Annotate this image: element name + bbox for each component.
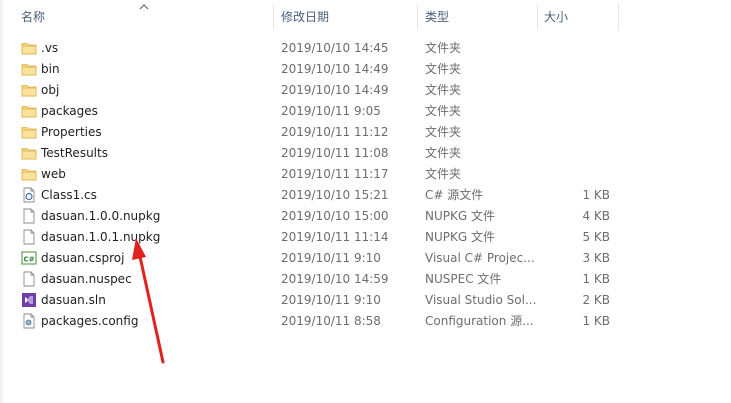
column-header-size[interactable]: 大小 (544, 0, 614, 34)
file-row[interactable]: .vs 2019/10/10 14:45 文件夹 (0, 38, 731, 59)
folder-icon (21, 124, 37, 140)
file-modified-date: 2019/10/11 9:05 (281, 104, 381, 118)
file-modified-date: 2019/10/10 14:45 (281, 41, 389, 55)
file-name: dasuan.sln (41, 293, 106, 307)
file-row[interactable]: Properties 2019/10/11 11:12 文件夹 (0, 122, 731, 143)
column-divider[interactable] (618, 4, 619, 30)
file-type: Configuration 源... (425, 314, 534, 328)
file-type: 文件夹 (425, 83, 462, 97)
generic-file-icon (21, 208, 37, 224)
file-modified-date: 2019/10/10 15:00 (281, 209, 389, 223)
file-type: 文件夹 (425, 41, 462, 55)
file-name: bin (41, 62, 60, 76)
column-divider[interactable] (417, 4, 418, 30)
file-row[interactable]: dasuan.1.0.1.nupkg 2019/10/11 11:14 NUPKG … (0, 227, 731, 248)
file-size (540, 38, 610, 59)
file-type: NUSPEC 文件 (425, 272, 502, 286)
file-type: C# 源文件 (425, 188, 484, 202)
file-type: Visual C# Projec... (425, 251, 535, 265)
file-name: obj (41, 83, 60, 97)
column-header-name[interactable]: 名称 (21, 0, 271, 34)
csharp-file-icon (21, 187, 37, 203)
file-name: web (41, 167, 66, 181)
file-size (540, 122, 610, 143)
file-row[interactable]: obj 2019/10/10 14:49 文件夹 (0, 80, 731, 101)
file-size: 1 KB (582, 272, 610, 286)
file-type: 文件夹 (425, 125, 462, 139)
file-modified-date: 2019/10/10 15:21 (281, 188, 389, 202)
generic-file-icon (21, 271, 37, 287)
folder-icon (21, 61, 37, 77)
file-modified-date: 2019/10/11 11:08 (281, 146, 389, 160)
folder-icon (21, 166, 37, 182)
file-name: packages (41, 104, 98, 118)
file-type: 文件夹 (425, 62, 462, 76)
file-size (540, 164, 610, 185)
file-row[interactable]: dasuan.sln 2019/10/11 9:10 Visual Studio S… (0, 290, 731, 311)
column-header-type[interactable]: 类型 (425, 0, 533, 34)
column-divider[interactable] (273, 4, 274, 30)
folder-icon (21, 145, 37, 161)
file-modified-date: 2019/10/10 14:49 (281, 83, 389, 97)
file-name: TestResults (41, 146, 108, 160)
file-size: 2 KB (582, 293, 610, 307)
file-name: dasuan.csproj (41, 251, 125, 265)
config-file-icon (21, 313, 37, 329)
file-type: 文件夹 (425, 167, 462, 181)
file-name: Class1.cs (41, 188, 97, 202)
file-name: dasuan.1.0.0.nupkg (41, 209, 161, 223)
file-row[interactable]: Class1.cs 2019/10/10 15:21 C# 源文件 1 KB (0, 185, 731, 206)
file-type: Visual Studio Sol... (425, 293, 537, 307)
folder-icon (21, 82, 37, 98)
file-modified-date: 2019/10/10 14:59 (281, 272, 389, 286)
file-name: Properties (41, 125, 102, 139)
file-size: 1 KB (582, 314, 610, 328)
column-header-bar: 名称 修改日期 类型 大小 (0, 0, 731, 34)
file-size (540, 59, 610, 80)
file-type: NUPKG 文件 (425, 230, 495, 244)
file-row[interactable]: dasuan.nuspec 2019/10/10 14:59 NUSPEC 文件 1 … (0, 269, 731, 290)
file-row[interactable]: dasuan.1.0.0.nupkg 2019/10/10 15:00 NUPKG … (0, 206, 731, 227)
folder-icon (21, 40, 37, 56)
file-row[interactable]: packages 2019/10/11 9:05 文件夹 (0, 101, 731, 122)
visual-studio-solution-icon (21, 292, 37, 308)
file-type: NUPKG 文件 (425, 209, 495, 223)
file-size: 3 KB (582, 251, 610, 265)
csproj-file-icon: C# (21, 250, 37, 266)
file-name: dasuan.1.0.1.nupkg (41, 230, 161, 244)
svg-text:C#: C# (23, 256, 34, 264)
file-modified-date: 2019/10/11 9:10 (281, 251, 381, 265)
file-row[interactable]: C# dasuan.csproj 2019/10/11 9:10 Visual C# … (0, 248, 731, 269)
file-size: 5 KB (582, 230, 610, 244)
file-name: dasuan.nuspec (41, 272, 132, 286)
folder-icon (21, 103, 37, 119)
file-row[interactable]: bin 2019/10/10 14:49 文件夹 (0, 59, 731, 80)
file-row[interactable]: packages.config 2019/10/11 8:58 Configurat… (0, 311, 731, 332)
generic-file-icon (21, 229, 37, 245)
file-size (540, 80, 610, 101)
file-size: 4 KB (582, 209, 610, 223)
file-type: 文件夹 (425, 146, 462, 160)
file-size (540, 101, 610, 122)
file-name: .vs (41, 41, 59, 55)
column-divider[interactable] (537, 4, 538, 30)
file-size (540, 143, 610, 164)
file-row[interactable]: web 2019/10/11 11:17 文件夹 (0, 164, 731, 185)
column-header-date[interactable]: 修改日期 (281, 0, 411, 34)
file-row[interactable]: TestResults 2019/10/11 11:08 文件夹 (0, 143, 731, 164)
file-type: 文件夹 (425, 104, 462, 118)
file-size: 1 KB (582, 188, 610, 202)
file-modified-date: 2019/10/11 11:14 (281, 230, 389, 244)
file-modified-date: 2019/10/11 11:12 (281, 125, 389, 139)
file-modified-date: 2019/10/11 11:17 (281, 167, 389, 181)
file-modified-date: 2019/10/10 14:49 (281, 62, 389, 76)
file-name: packages.config (41, 314, 139, 328)
file-modified-date: 2019/10/11 9:10 (281, 293, 381, 307)
file-modified-date: 2019/10/11 8:58 (281, 314, 381, 328)
